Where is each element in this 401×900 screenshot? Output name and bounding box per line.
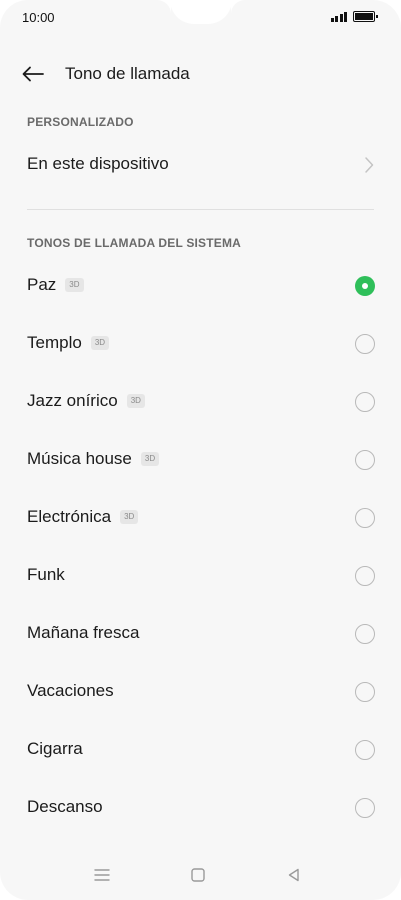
app-bar: Tono de llamada: [0, 54, 401, 94]
ringtone-name: Jazz onírico: [27, 391, 118, 410]
ringtone-label: Templo 3D: [27, 333, 110, 353]
ringtone-label: Cigarra: [27, 739, 83, 759]
badge-3d: 3D: [126, 394, 145, 408]
radio-button[interactable]: [355, 740, 375, 760]
badge-3d: 3D: [140, 452, 160, 466]
section-header-custom: PERSONALIZADO: [27, 115, 134, 129]
ringtone-row[interactable]: Música house 3D: [0, 437, 401, 483]
ringtone-label: Jazz onírico 3D: [27, 391, 145, 411]
ringtone-row[interactable]: Jazz onírico 3D: [0, 379, 401, 425]
navigation-bar: [0, 856, 401, 896]
radio-button[interactable]: [355, 334, 375, 354]
badge-3d: 3D: [120, 510, 139, 524]
list-item-on-device[interactable]: En este dispositivo: [0, 142, 401, 188]
ringtone-label: Mañana fresca: [27, 623, 139, 643]
menu-button[interactable]: [90, 864, 114, 886]
divider: [27, 209, 374, 210]
signal-icon: [330, 11, 347, 22]
ringtone-name: Paz: [27, 275, 57, 294]
list-item-label: En este dispositivo: [27, 154, 169, 173]
ringtone-row[interactable]: Templo 3D: [0, 321, 401, 367]
ringtone-name: Mañana fresca: [27, 623, 140, 642]
ringtone-row[interactable]: Funk: [0, 553, 401, 599]
ringtone-name: Descanso: [27, 797, 103, 816]
radio-button[interactable]: [355, 508, 375, 528]
status-icons: [330, 11, 378, 22]
radio-button[interactable]: [355, 624, 375, 644]
page-title: Tono de llamada: [65, 64, 190, 83]
ringtone-name: Funk: [27, 565, 65, 584]
ringtone-row[interactable]: Vacaciones: [0, 669, 401, 715]
ringtone-row[interactable]: Mañana fresca: [0, 611, 401, 657]
battery-icon: [353, 11, 378, 22]
ringtone-row[interactable]: Cigarra: [0, 727, 401, 773]
ringtone-label: Música house 3D: [27, 449, 160, 469]
ringtone-label: Electrónica 3D: [27, 507, 139, 527]
badge-3d: 3D: [90, 336, 110, 350]
ringtone-label: Funk: [27, 565, 65, 585]
ringtone-label: Descanso: [27, 797, 103, 817]
back-button[interactable]: [22, 62, 48, 86]
home-square-icon: [191, 868, 205, 882]
radio-selected[interactable]: [355, 276, 375, 296]
radio-button[interactable]: [355, 566, 375, 586]
ringtone-name: Cigarra: [27, 739, 83, 758]
ringtone-label: Paz 3D: [27, 275, 84, 295]
status-bar: 10:00: [0, 0, 401, 36]
ringtone-row[interactable]: Descanso: [0, 785, 401, 831]
radio-button[interactable]: [355, 392, 375, 412]
section-header-system: TONOS DE LLAMADA DEL SISTEMA: [27, 236, 242, 250]
radio-button[interactable]: [355, 450, 375, 470]
phone-screen: 10:00 Tono de llamada PERSONALIZADO En e…: [0, 0, 401, 900]
back-triangle-icon: [288, 868, 299, 882]
menu-icon: [94, 869, 110, 881]
badge-3d: 3D: [65, 278, 84, 292]
ringtone-name: Música house: [27, 449, 132, 468]
back-nav-button[interactable]: [282, 864, 306, 886]
ringtone-name: Electrónica: [27, 507, 112, 526]
status-time: 10:00: [22, 10, 55, 25]
radio-button[interactable]: [355, 682, 375, 702]
radio-button[interactable]: [355, 798, 375, 818]
ringtone-label: Vacaciones: [27, 681, 114, 701]
ringtone-name: Templo: [27, 333, 82, 352]
arrow-left-icon: [22, 66, 44, 82]
chevron-right-icon: [365, 157, 374, 173]
ringtone-name: Vacaciones: [27, 681, 114, 700]
ringtone-row[interactable]: Electrónica 3D: [0, 495, 401, 541]
ringtone-row[interactable]: Paz 3D: [0, 263, 401, 309]
home-button[interactable]: [186, 864, 210, 886]
